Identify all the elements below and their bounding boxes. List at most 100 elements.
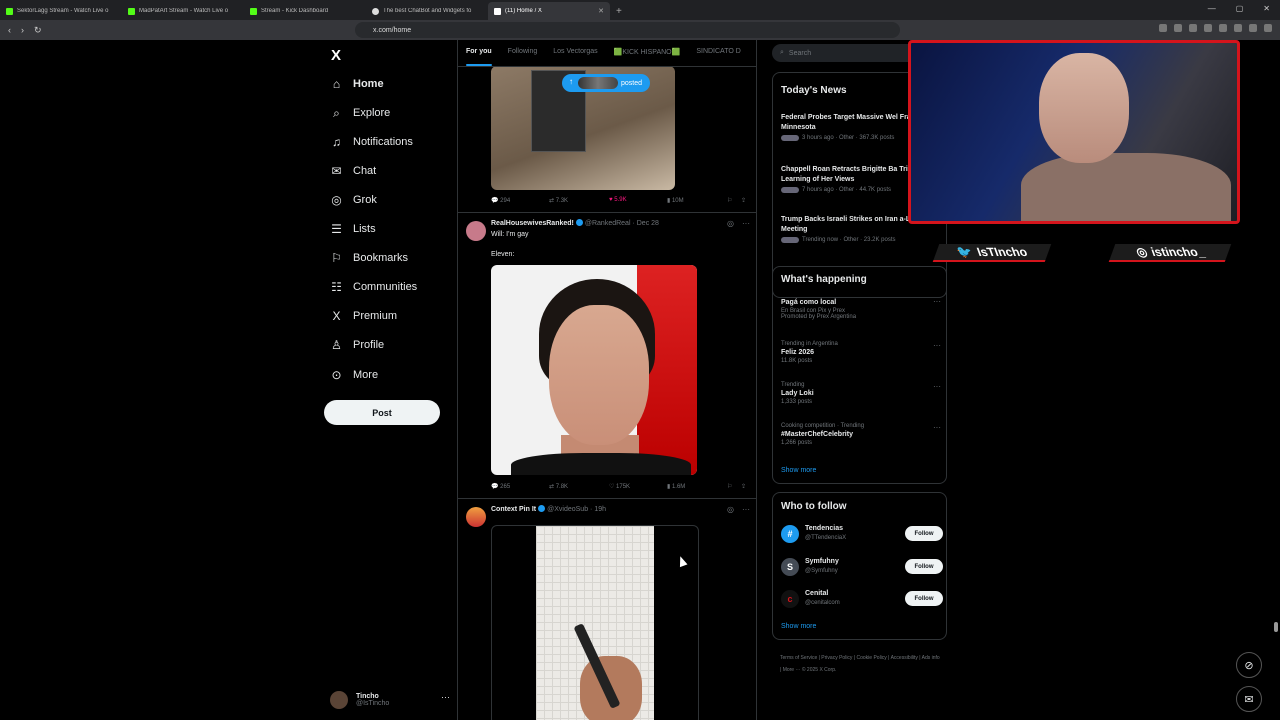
tweet-image[interactable] bbox=[491, 265, 697, 475]
tab-following[interactable]: Following bbox=[500, 40, 546, 66]
follow-suggestion[interactable]: # Tendencias @TTendenciaX Follow bbox=[781, 523, 943, 545]
bookmark-icon[interactable]: ⚐ bbox=[727, 483, 732, 490]
views-button[interactable]: ▮ 1.6M bbox=[667, 483, 685, 490]
like-button[interactable]: ♥ 5.9K bbox=[609, 197, 627, 203]
profile-icon: ♙ bbox=[331, 338, 342, 352]
views-button[interactable]: ▮ 10M bbox=[667, 197, 684, 204]
footer-links[interactable]: Terms of Service | Privacy Policy | Cook… bbox=[780, 652, 940, 676]
browser-tab[interactable]: MadPatArt Stream - Watch Live o bbox=[122, 2, 244, 20]
scrollbar[interactable] bbox=[1272, 40, 1280, 720]
scrollbar-thumb[interactable] bbox=[1274, 622, 1278, 632]
follow-button[interactable]: Follow bbox=[905, 526, 943, 541]
follow-suggestion[interactable]: S Symfuhny @Symfuhny Follow bbox=[781, 556, 943, 578]
follow-button[interactable]: Follow bbox=[905, 591, 943, 606]
show-more-link[interactable]: Show more bbox=[781, 467, 816, 474]
browser-toolbar: ‹ › ↻ x.com/home bbox=[0, 20, 1280, 40]
more-dots-icon[interactable]: ··· bbox=[441, 692, 450, 702]
reload-icon[interactable]: ↻ bbox=[34, 25, 42, 36]
extension-icon[interactable] bbox=[1189, 24, 1197, 32]
follow-button[interactable]: Follow bbox=[905, 559, 943, 574]
extension-icon[interactable] bbox=[1174, 24, 1182, 32]
more-dots-icon[interactable]: ··· bbox=[742, 219, 750, 228]
more-dots-icon[interactable]: ··· bbox=[933, 341, 941, 350]
sidebar-item-profile[interactable]: ♙ Profile bbox=[330, 334, 384, 356]
share-icon[interactable]: ⇪ bbox=[741, 483, 746, 490]
browser-tab[interactable]: SektorLagg Stream - Watch Live o bbox=[0, 2, 122, 20]
like-button[interactable]: ♡ 175K bbox=[609, 483, 630, 490]
share-icon[interactable]: ⇪ bbox=[741, 197, 746, 204]
extension-icon[interactable] bbox=[1249, 24, 1257, 32]
bell-icon: ♫ bbox=[332, 135, 341, 149]
sidebar-item-home[interactable]: ⌂ Home bbox=[330, 73, 384, 95]
reply-button[interactable]: 💬 294 bbox=[491, 197, 510, 204]
sidebar-item-communities[interactable]: ☷ Communities bbox=[330, 276, 417, 298]
search-icon: ⌕ bbox=[780, 49, 784, 56]
sidebar-item-grok[interactable]: ◎ Grok bbox=[330, 189, 377, 211]
window-controls: — ▢ ✕ bbox=[1208, 4, 1270, 13]
new-posts-pill[interactable]: ↑ posted bbox=[562, 74, 650, 92]
tweet[interactable]: RealHousewivesRanked! @RankedReal · Dec 2… bbox=[458, 212, 756, 498]
close-window-icon[interactable]: ✕ bbox=[1263, 4, 1270, 13]
grok-icon[interactable]: ◎ bbox=[727, 219, 734, 228]
poster-avatars bbox=[578, 77, 618, 89]
url-text: x.com/home bbox=[373, 26, 412, 34]
tweet-video[interactable] bbox=[491, 525, 699, 720]
forward-icon[interactable]: › bbox=[21, 25, 24, 36]
browser-tab-active[interactable]: (11) Home / X ✕ bbox=[488, 2, 610, 20]
extension-icon[interactable] bbox=[1219, 24, 1227, 32]
sidebar-item-lists[interactable]: ☰ Lists bbox=[330, 218, 376, 240]
extension-icon[interactable] bbox=[1264, 24, 1272, 32]
tab-los-vectorgas[interactable]: Los Vectorgas bbox=[545, 40, 605, 66]
grok-fab-icon[interactable]: ⊘ bbox=[1236, 652, 1262, 678]
x-logo[interactable]: X bbox=[331, 47, 341, 64]
maximize-icon[interactable]: ▢ bbox=[1236, 4, 1244, 13]
tweet-header: RealHousewivesRanked! @RankedReal · Dec 2… bbox=[491, 219, 659, 227]
minimize-icon[interactable]: — bbox=[1208, 4, 1216, 13]
more-dots-icon[interactable]: ··· bbox=[933, 423, 941, 432]
avatar[interactable] bbox=[466, 221, 486, 241]
avatar bbox=[330, 691, 348, 709]
extension-icon[interactable] bbox=[1234, 24, 1242, 32]
more-dots-icon[interactable]: ··· bbox=[742, 505, 750, 514]
follow-suggestion[interactable]: c Cenital @cenitalcom Follow bbox=[781, 588, 943, 610]
sidebar-item-notifications[interactable]: ♫ Notifications bbox=[330, 131, 413, 153]
trend-item[interactable]: Trending Lady Loki 1,333 posts ··· bbox=[781, 382, 941, 405]
grok-icon[interactable]: ◎ bbox=[727, 505, 734, 514]
browser-tab[interactable]: Stream - Kick Dashboard bbox=[244, 2, 366, 20]
back-icon[interactable]: ‹ bbox=[8, 25, 11, 36]
trend-item[interactable]: Cooking competition · Trending #MasterChe… bbox=[781, 423, 941, 446]
repost-button[interactable]: ⇄ 7.8K bbox=[549, 483, 568, 490]
trend-item[interactable]: Pagá como local En Brasil con Pix y Prex P… bbox=[781, 297, 941, 320]
post-button[interactable]: Post bbox=[324, 400, 440, 425]
more-dots-icon[interactable]: ··· bbox=[933, 382, 941, 391]
post-actions: 💬 265 ⇄ 7.8K ♡ 175K ▮ 1.6M ⚐ ⇪ bbox=[491, 483, 751, 495]
avatar[interactable] bbox=[466, 507, 486, 527]
browser-tab[interactable]: The best ChatBot and Widgets fo bbox=[366, 2, 488, 20]
twitter-handle-banner: 🐦 IsTIncho bbox=[932, 244, 1052, 262]
sidebar-item-explore[interactable]: ⌕ Explore bbox=[330, 102, 390, 124]
who-to-follow-card: Who to follow # Tendencias @TTendenciaX … bbox=[772, 492, 947, 640]
new-tab-button[interactable]: + bbox=[616, 6, 622, 17]
more-dots-icon[interactable]: ··· bbox=[933, 297, 941, 306]
repost-button[interactable]: ⇄ 7.3K bbox=[549, 197, 568, 204]
sidebar-item-bookmarks[interactable]: ⚐ Bookmarks bbox=[330, 247, 408, 269]
tweet[interactable]: Context Pin It @XvideoSub · 19h ◎ ··· bbox=[458, 498, 756, 720]
sidebar-item-more[interactable]: ⊙ More bbox=[330, 364, 378, 386]
trend-item[interactable]: Trending in Argentina Feliz 2026 11.8K pos… bbox=[781, 341, 941, 364]
messages-fab-icon[interactable]: ✉ bbox=[1236, 686, 1262, 712]
tab-kick-hispano[interactable]: 🟩KICK HISPANO🟩 bbox=[606, 40, 689, 66]
extension-icon[interactable] bbox=[1204, 24, 1212, 32]
extension-icon[interactable] bbox=[1159, 24, 1167, 32]
bookmark-icon[interactable]: ⚐ bbox=[727, 197, 732, 204]
sidebar-item-premium[interactable]: X Premium bbox=[330, 305, 397, 327]
account-switcher[interactable]: Tincho @IsTincho ··· bbox=[330, 686, 450, 714]
x-logo-icon bbox=[494, 7, 501, 15]
show-more-link[interactable]: Show more bbox=[781, 623, 816, 630]
tab-for-you[interactable]: For you bbox=[458, 40, 500, 66]
sidebar-item-chat[interactable]: ✉ Chat bbox=[330, 160, 376, 182]
url-bar[interactable]: x.com/home bbox=[355, 22, 900, 38]
close-tab-icon[interactable]: ✕ bbox=[598, 7, 604, 15]
reply-button[interactable]: 💬 265 bbox=[491, 483, 510, 490]
tab-sindicato[interactable]: SINDICATO D bbox=[688, 40, 748, 66]
card-title: Who to follow bbox=[781, 501, 847, 512]
